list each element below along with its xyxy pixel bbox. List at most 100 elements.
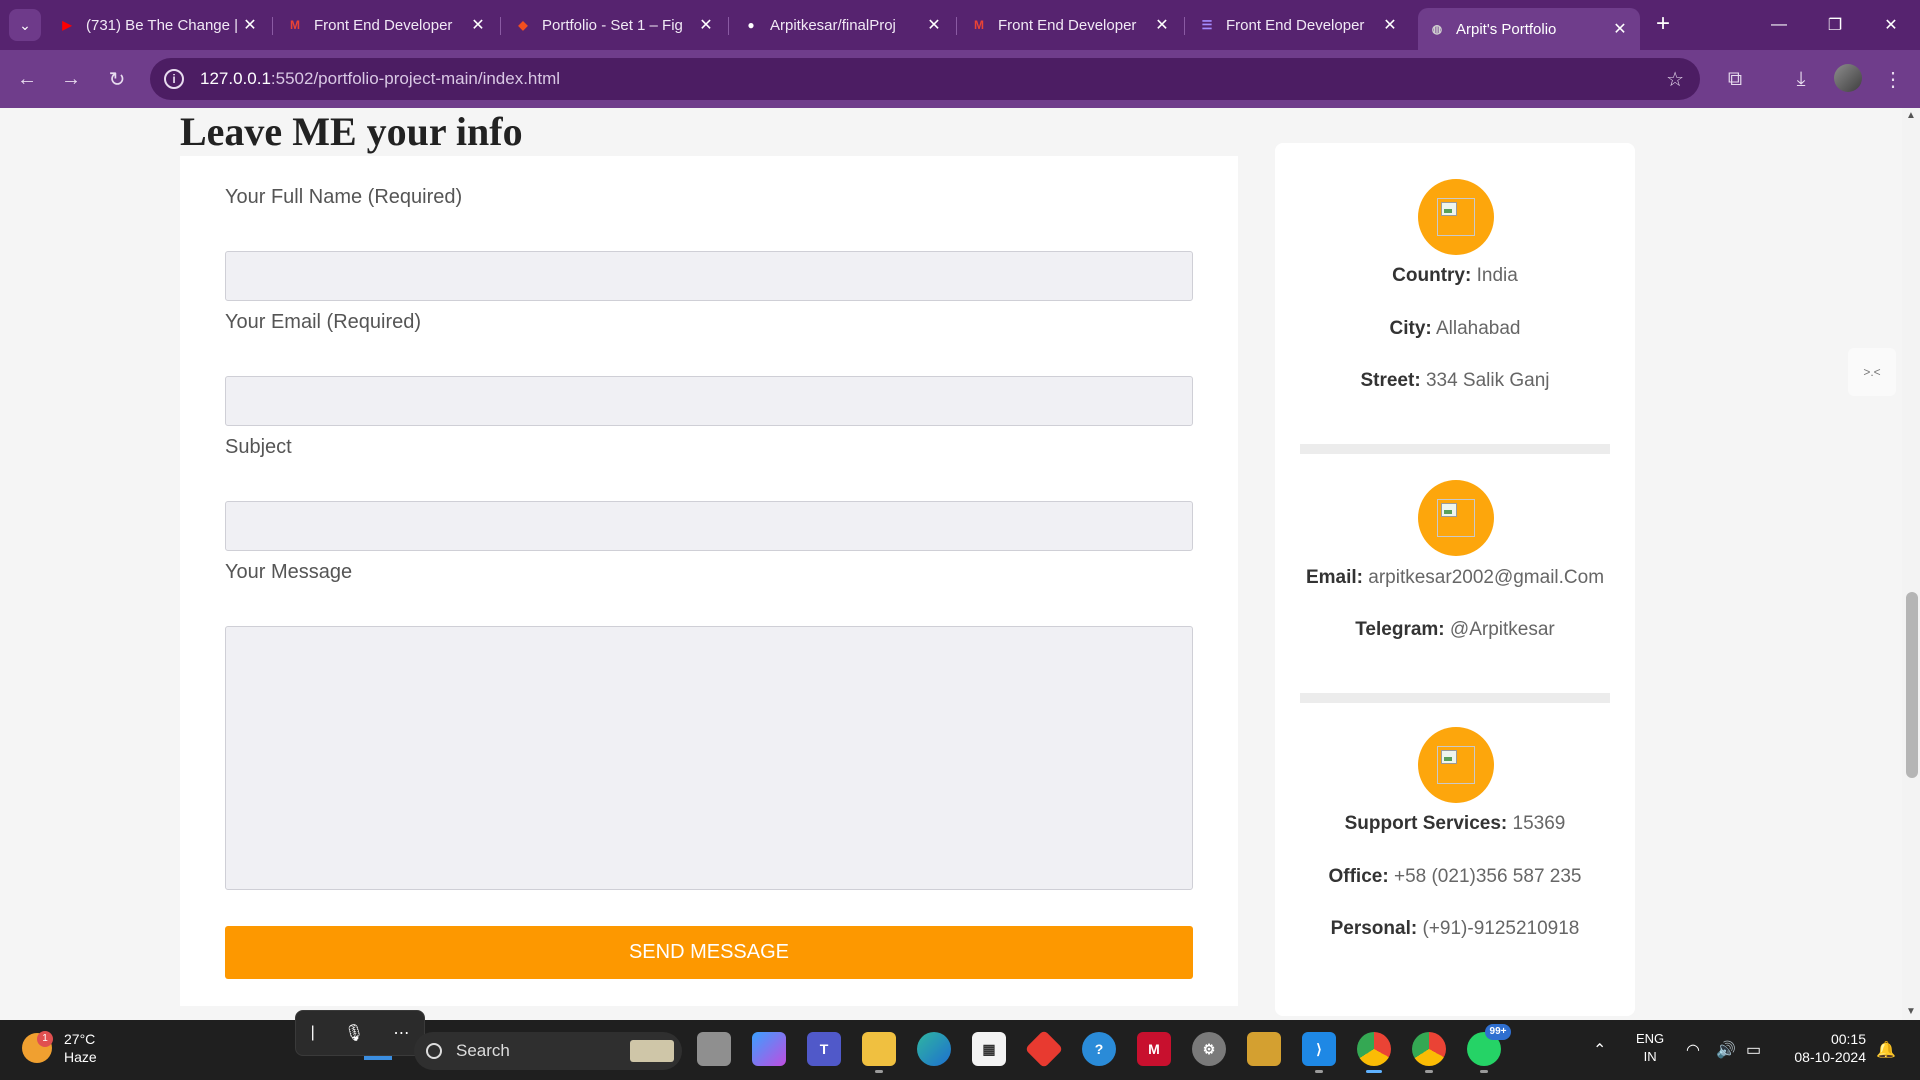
email-label: Your Email (Required) — [225, 311, 422, 333]
running-indicator — [1315, 1070, 1323, 1073]
volume-icon[interactable]: 🔊 — [1716, 1040, 1736, 1060]
whatsapp-icon[interactable]: 99+ — [1467, 1024, 1511, 1073]
taskbar-search-label: Search — [456, 1041, 510, 1060]
close-icon[interactable]: ✕ — [1610, 19, 1630, 39]
close-icon[interactable]: ✕ — [468, 15, 488, 35]
site-info-icon[interactable]: i — [164, 69, 184, 89]
chrome-profile-icon[interactable] — [1412, 1032, 1446, 1073]
country-value: India — [1476, 265, 1518, 286]
close-icon[interactable]: ✕ — [240, 15, 260, 35]
tab-figma[interactable]: ◆ Portfolio - Set 1 – Fig ✕ — [504, 8, 726, 42]
message-textarea[interactable] — [225, 626, 1193, 890]
minimize-button[interactable]: — — [1750, 0, 1808, 50]
scroll-down-arrow-icon[interactable]: ▼ — [1905, 1006, 1917, 1017]
side-panel-toggle-icon[interactable]: >.< — [1848, 348, 1896, 396]
broken-image-icon — [1437, 746, 1475, 784]
language-indicator[interactable]: ENG IN — [1636, 1030, 1664, 1066]
tab-title: Front End Developer — [998, 16, 1137, 34]
email-icon — [1418, 480, 1494, 556]
microphone-icon[interactable]: 🎙 — [344, 1023, 364, 1043]
page-scrollbar[interactable]: ▲ ▼ — [1902, 108, 1920, 1020]
running-indicator — [1480, 1070, 1488, 1073]
city-line: City: Allahabad — [1275, 318, 1635, 340]
region-code: IN — [1643, 1049, 1657, 1064]
scrollbar-thumb[interactable] — [1906, 592, 1918, 778]
tab-title: Front End Developer — [314, 16, 453, 34]
email-label-static: Email: — [1305, 567, 1363, 588]
clock-time: 00:15 — [1830, 1031, 1866, 1047]
search-highlight-image — [630, 1040, 674, 1062]
email-input[interactable] — [225, 376, 1193, 426]
medal-icon[interactable] — [1247, 1032, 1281, 1066]
close-icon[interactable]: ✕ — [696, 15, 716, 35]
copilot-icon[interactable] — [752, 1032, 786, 1066]
file-explorer-icon[interactable] — [862, 1032, 896, 1073]
telegram-label: Telegram: — [1355, 619, 1445, 640]
menu-kebab-icon[interactable]: ⋮ — [1878, 64, 1908, 94]
help-icon[interactable]: ? — [1082, 1032, 1116, 1066]
back-arrow-icon[interactable]: ← — [12, 64, 42, 94]
weather-widget[interactable]: 1 27°C Haze — [22, 1030, 97, 1066]
send-message-button[interactable]: SEND MESSAGE — [225, 926, 1193, 979]
weather-temperature: 27°C — [64, 1031, 96, 1047]
support-line: Support Services: 15369 — [1275, 813, 1635, 835]
tab-search-button[interactable]: ⌄ — [9, 9, 41, 41]
extensions-icon[interactable]: ⧉ — [1720, 64, 1750, 94]
tab-gmail-2[interactable]: M Front End Developer ✕ — [960, 8, 1182, 42]
taskbar-search[interactable]: Search — [414, 1032, 682, 1070]
close-icon[interactable]: ✕ — [1380, 15, 1400, 35]
close-icon[interactable]: ✕ — [1152, 15, 1172, 35]
vscode-icon[interactable]: ⟩ — [1302, 1032, 1336, 1073]
tab-portfolio-active[interactable]: ◍ Arpit's Portfolio ✕ — [1418, 8, 1640, 50]
personal-line: Personal: (+91)-9125210918 — [1275, 918, 1635, 940]
tab-list[interactable]: ☰ Front End Developer ✕ — [1188, 8, 1410, 42]
gmail-icon: M — [974, 18, 984, 32]
tab-divider — [956, 17, 957, 35]
active-indicator — [1366, 1070, 1382, 1073]
mcafee-icon[interactable]: M — [1137, 1032, 1171, 1066]
tab-strip: ⌄ ▶ (731) Be The Change | ✕ M Front End … — [0, 0, 1920, 50]
personal-value: (+91)-9125210918 — [1422, 918, 1580, 939]
tab-gmail[interactable]: M Front End Developer ✕ — [276, 8, 498, 42]
close-icon[interactable]: ✕ — [924, 15, 944, 35]
forward-arrow-icon[interactable]: → — [56, 64, 86, 94]
more-options-icon[interactable]: ⋯ — [393, 1023, 409, 1043]
tab-github[interactable]: ● Arpitkesar/finalProj ✕ — [732, 8, 954, 42]
new-tab-button[interactable]: + — [1648, 10, 1678, 40]
show-hidden-icons-chevron-icon[interactable]: ⌃ — [1593, 1040, 1606, 1060]
tab-title: Portfolio - Set 1 – Fig — [542, 16, 683, 34]
battery-icon[interactable]: ▭ — [1746, 1040, 1761, 1060]
divider — [1300, 693, 1610, 703]
profile-avatar[interactable] — [1834, 64, 1862, 92]
whatsapp-badge: 99+ — [1485, 1024, 1511, 1040]
download-icon[interactable]: ⤓ — [1786, 64, 1816, 94]
settings-gear-icon[interactable]: ⚙ — [1192, 1032, 1226, 1066]
location-icon — [1418, 179, 1494, 255]
notification-bell-icon[interactable]: 🔔 — [1876, 1040, 1896, 1060]
full-name-input[interactable] — [225, 251, 1193, 301]
teams-icon[interactable]: T — [807, 1032, 841, 1066]
url-host: 127.0.0.1 — [200, 69, 271, 88]
microsoft-store-icon[interactable]: ▦ — [972, 1032, 1006, 1066]
wifi-icon[interactable]: ◠ — [1686, 1040, 1700, 1060]
browser-toolbar: ← → ↻ i 127.0.0.1:5502/portfolio-project… — [0, 50, 1920, 108]
edge-icon[interactable] — [917, 1032, 951, 1066]
chrome-icon[interactable] — [1357, 1032, 1391, 1073]
reload-icon[interactable]: ↻ — [102, 64, 132, 94]
task-view-icon[interactable] — [697, 1032, 731, 1066]
tab-divider — [1184, 17, 1185, 35]
office-line: Office: +58 (021)356 587 235 — [1275, 866, 1635, 888]
gmail-icon: M — [290, 18, 300, 32]
street-line: Street: 334 Salik Ganj — [1275, 370, 1635, 392]
language-code: ENG — [1636, 1031, 1665, 1046]
restore-button[interactable]: ❐ — [1806, 0, 1864, 50]
contact-form: Your Full Name (Required) Your Email (Re… — [180, 156, 1238, 1006]
address-bar[interactable]: i 127.0.0.1:5502/portfolio-project-main/… — [150, 58, 1700, 100]
bookmark-star-icon[interactable]: ☆ — [1666, 67, 1684, 92]
window-close-button[interactable]: ✕ — [1862, 0, 1920, 50]
tab-youtube[interactable]: ▶ (731) Be The Change | ✕ — [48, 8, 270, 42]
subject-input[interactable] — [225, 501, 1193, 551]
scroll-up-arrow-icon[interactable]: ▲ — [1905, 110, 1917, 121]
voice-typing-bar: | 🎙 ⋯ — [295, 1010, 425, 1056]
system-clock[interactable]: 00:15 08-10-2024 — [1786, 1030, 1866, 1066]
